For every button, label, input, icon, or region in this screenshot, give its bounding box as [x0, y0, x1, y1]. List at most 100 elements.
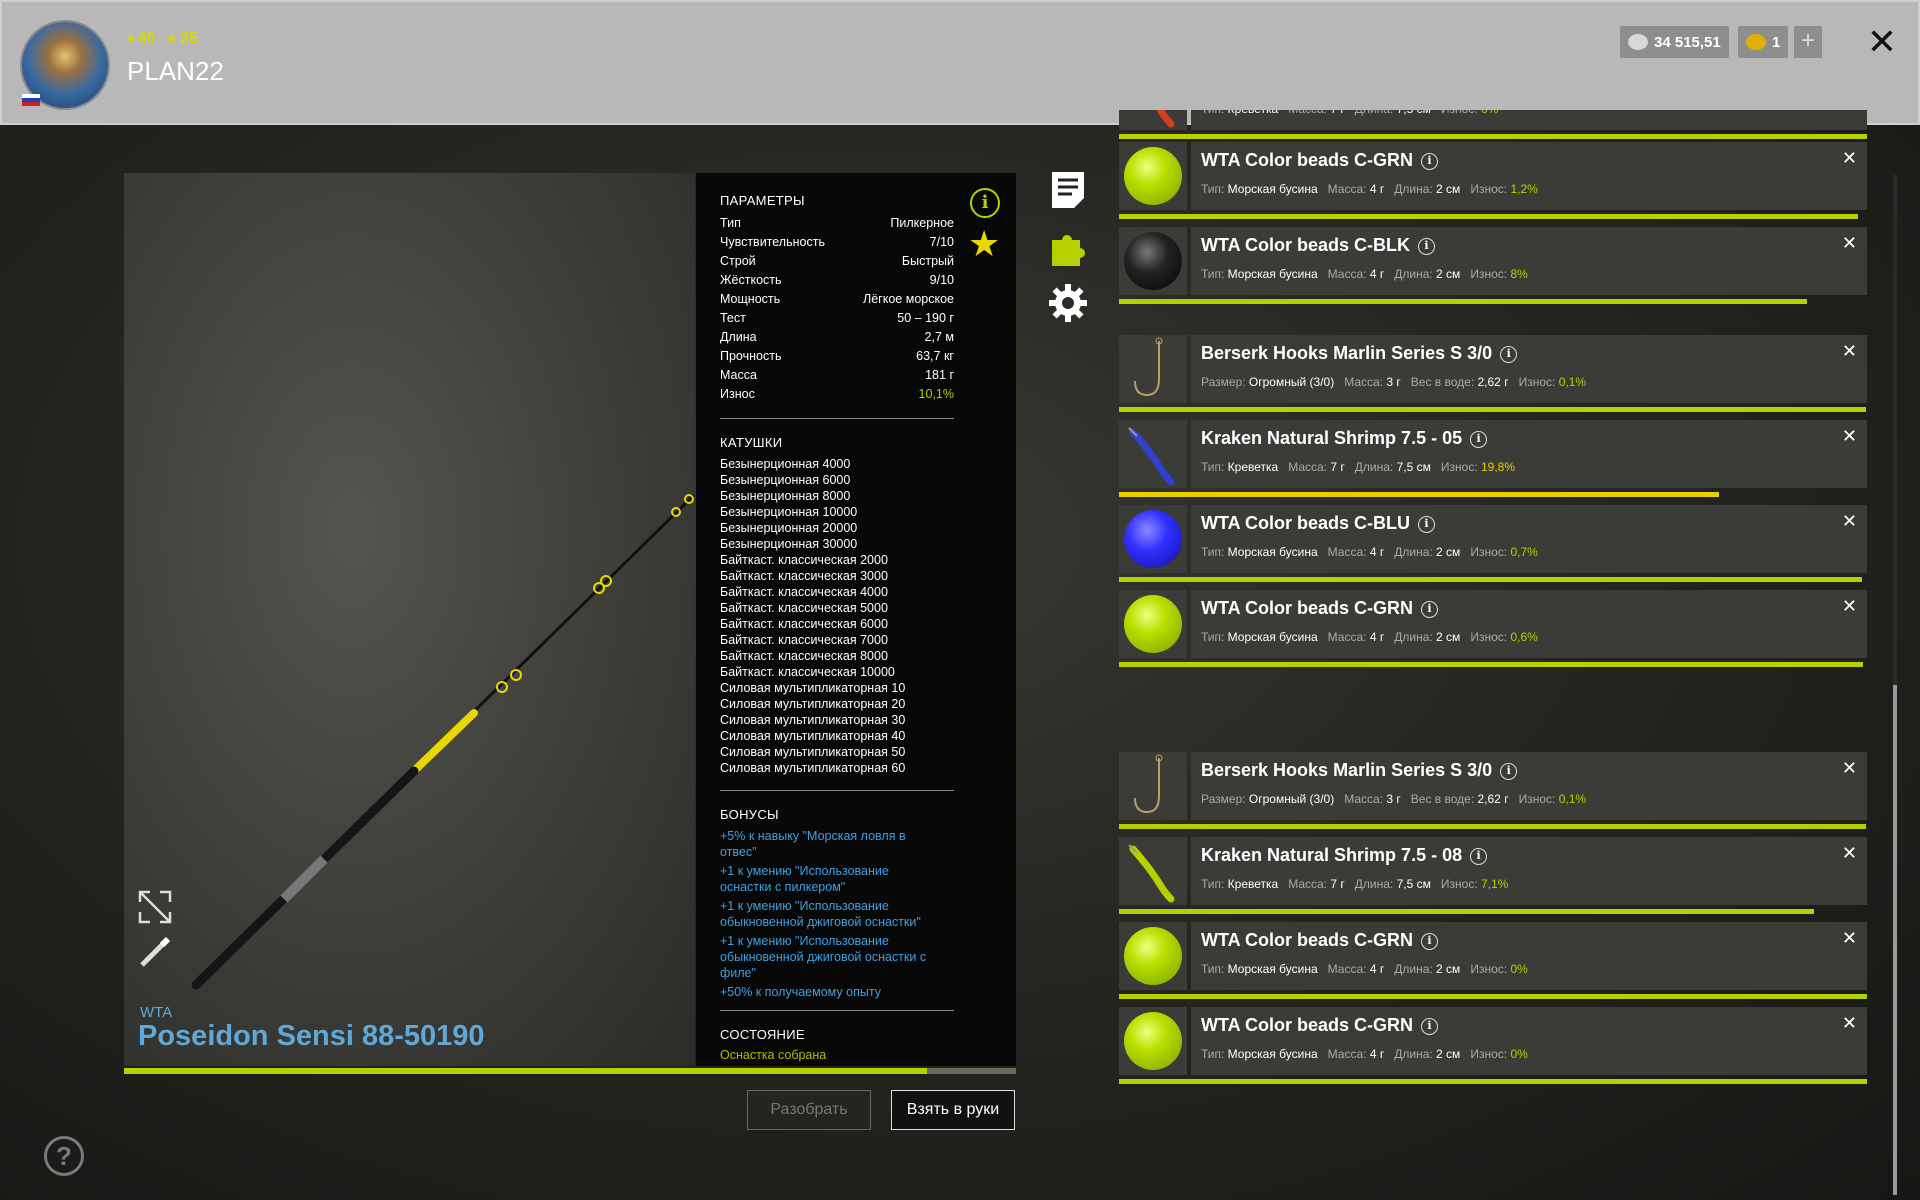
- wear-value: 8%: [1510, 267, 1528, 281]
- item-info: Kraken Natural Shrimp 7.5 - 08 i ✕ Тип: Кре…: [1191, 837, 1867, 905]
- favorite-star-icon[interactable]: ★: [968, 226, 1000, 262]
- remove-item-icon[interactable]: ✕: [1842, 511, 1857, 532]
- prop-value: 7,5 см: [1396, 877, 1431, 891]
- prop-value: 2 см: [1436, 545, 1461, 559]
- reel-item: Безынерционная 30000: [720, 537, 858, 551]
- tackle-item[interactable]: Berserk Hooks Marlin Series S 3/0 i ✕ Разме…: [1119, 335, 1867, 413]
- silver-balance: 34 515,51: [1620, 26, 1729, 58]
- prop-value: 7,5 см: [1396, 460, 1431, 474]
- item-info-icon[interactable]: i: [1500, 346, 1518, 363]
- item-info-icon[interactable]: i: [1418, 516, 1435, 533]
- tackle-item[interactable]: WTA Color beads C-GRN i ✕ Тип: Морская буси…: [1119, 142, 1867, 220]
- tackle-item[interactable]: Berserk Hooks Marlin Series S 3/0 i ✕ Разме…: [1119, 752, 1867, 830]
- prop-value: 2,62 г: [1477, 375, 1509, 389]
- item-info-icon[interactable]: i: [1421, 1018, 1438, 1035]
- item-info-icon[interactable]: i: [1421, 153, 1438, 170]
- tackle-item[interactable]: WTA Color beads C-GRN i ✕ Тип: Морская буси…: [1119, 1007, 1867, 1085]
- remove-item-icon[interactable]: ✕: [1842, 426, 1857, 447]
- param-value: 181 г: [925, 368, 954, 382]
- params-title: ПАРАМЕТРЫ: [720, 193, 805, 208]
- help-icon[interactable]: ?: [44, 1136, 84, 1176]
- settings-gear-icon[interactable]: [1048, 283, 1088, 323]
- param-row: Мощность Лёгкое морское: [720, 290, 954, 309]
- item-info-icon[interactable]: i: [1500, 763, 1518, 780]
- reel-item: Байткаст. классическая 2000: [720, 553, 888, 567]
- info-icon[interactable]: i: [970, 188, 1000, 218]
- puzzle-icon[interactable]: [1048, 228, 1088, 268]
- prop-label: Тип:: [1201, 1047, 1228, 1061]
- tackle-item[interactable]: WTA Color beads C-GRN i ✕ Тип: Морская буси…: [1119, 922, 1867, 1000]
- tackle-item[interactable]: WTA Color beads C-BLU i ✕ Тип: Морская буси…: [1119, 505, 1867, 583]
- wear-value: 7,1%: [1481, 877, 1509, 891]
- remove-item-icon[interactable]: ✕: [1842, 341, 1857, 362]
- prop-value: Креветка: [1228, 110, 1279, 116]
- prop-value: Креветка: [1227, 460, 1279, 474]
- item-name: WTA Color beads C-GRN i: [1201, 1015, 1438, 1036]
- prop-value: 2 см: [1436, 267, 1461, 281]
- prop-label: Масса:: [1327, 962, 1370, 976]
- item-properties: Тип: Морская бусина Масса: 4 г Длина: 2 …: [1201, 630, 1538, 644]
- prop-label: Длина:: [1394, 267, 1437, 281]
- bead-green-icon: [1124, 147, 1182, 205]
- pencil-icon[interactable]: [138, 935, 172, 969]
- param-value: Лёгкое морское: [863, 292, 954, 306]
- item-info-icon[interactable]: i: [1418, 238, 1435, 255]
- remove-item-icon[interactable]: ✕: [1842, 596, 1857, 617]
- wear-value: 0%: [1510, 962, 1528, 976]
- param-key: Износ: [720, 387, 755, 401]
- hook-icon: [1134, 337, 1163, 397]
- prop-value: 2 см: [1436, 630, 1461, 644]
- remove-item-icon[interactable]: ✕: [1842, 843, 1857, 864]
- param-key: Прочность: [720, 349, 782, 363]
- tackle-item[interactable]: WTA Color beads C-GRN i ✕ Тип: Морская буси…: [1119, 590, 1867, 668]
- item-info: WTA Color beads C-GRN i ✕ Тип: Морская буси…: [1191, 1007, 1867, 1075]
- item-info-icon[interactable]: i: [1470, 431, 1488, 448]
- remove-item-icon[interactable]: ✕: [1842, 233, 1857, 254]
- remove-item-icon[interactable]: ✕: [1842, 1013, 1857, 1034]
- gold-balance: 1: [1738, 26, 1789, 58]
- wear-label: Износ:: [1470, 545, 1511, 559]
- item-info-icon[interactable]: i: [1421, 933, 1438, 950]
- item-name-text: WTA Color beads C-BLK: [1201, 235, 1410, 255]
- prop-value: 4 г: [1369, 1047, 1385, 1061]
- prop-label: Размер:: [1201, 375, 1249, 389]
- item-info-icon[interactable]: i: [1421, 601, 1438, 618]
- bead-green-icon: [1124, 927, 1182, 985]
- bonus-item: +1 к умению "Использование обыкновенной …: [720, 899, 921, 929]
- remove-item-icon[interactable]: ✕: [1842, 928, 1857, 949]
- param-row: Длина 2,7 м: [720, 328, 954, 347]
- item-name: Kraken Natural Shrimp 7.5 - 05 i: [1201, 428, 1488, 449]
- prop-label: Масса:: [1327, 1047, 1370, 1061]
- item-thumbnail: [1119, 590, 1187, 658]
- tackle-item[interactable]: Kraken Natural Shrimp 7.5 - 05 i ✕ Тип: Кре…: [1119, 420, 1867, 498]
- tackle-item[interactable]: Kraken Natural Shrimp 7.5 - 08 i ✕ Тип: Кре…: [1119, 837, 1867, 915]
- prop-value: 3 г: [1386, 792, 1401, 806]
- fullscreen-icon[interactable]: [138, 890, 172, 924]
- tackle-item[interactable]: WTA Color beads C-BLK i ✕ Тип: Морская буси…: [1119, 227, 1867, 305]
- wear-label: Износ:: [1470, 182, 1511, 196]
- rod-name: Poseidon Sensi 88-50190: [138, 1020, 485, 1052]
- remove-item-icon[interactable]: ✕: [1842, 148, 1857, 169]
- item-thumbnail: [1119, 505, 1187, 573]
- remove-item-icon[interactable]: ✕: [1842, 758, 1857, 779]
- prop-label: Тип:: [1201, 545, 1228, 559]
- prop-value: Морская бусина: [1227, 267, 1318, 281]
- tackle-item[interactable]: Тип: Креветка Масса: 7 г Длина: 7,5 см И…: [1119, 110, 1867, 140]
- disassemble-button[interactable]: Разобрать: [747, 1090, 871, 1130]
- items-scrollbar-thumb[interactable]: [1893, 685, 1897, 1195]
- item-condition-bar: [1119, 994, 1867, 999]
- add-currency-button[interactable]: +: [1794, 26, 1822, 58]
- reel-item: Силовая мультипликаторная 50: [720, 745, 906, 759]
- notes-icon[interactable]: [1048, 170, 1088, 210]
- item-thumbnail: [1119, 1007, 1187, 1075]
- item-info-icon[interactable]: i: [1470, 848, 1488, 865]
- prop-value: 4 г: [1369, 182, 1385, 196]
- param-key: Строй: [720, 254, 756, 268]
- reel-item: Безынерционная 10000: [720, 505, 858, 519]
- take-in-hands-button[interactable]: Взять в руки: [891, 1090, 1015, 1130]
- prop-label: Размер:: [1201, 792, 1249, 806]
- silver-coin-icon: [1628, 34, 1648, 50]
- prop-label: Длина:: [1394, 962, 1437, 976]
- close-icon[interactable]: ✕: [1864, 22, 1900, 62]
- param-value: 10,1%: [918, 387, 954, 401]
